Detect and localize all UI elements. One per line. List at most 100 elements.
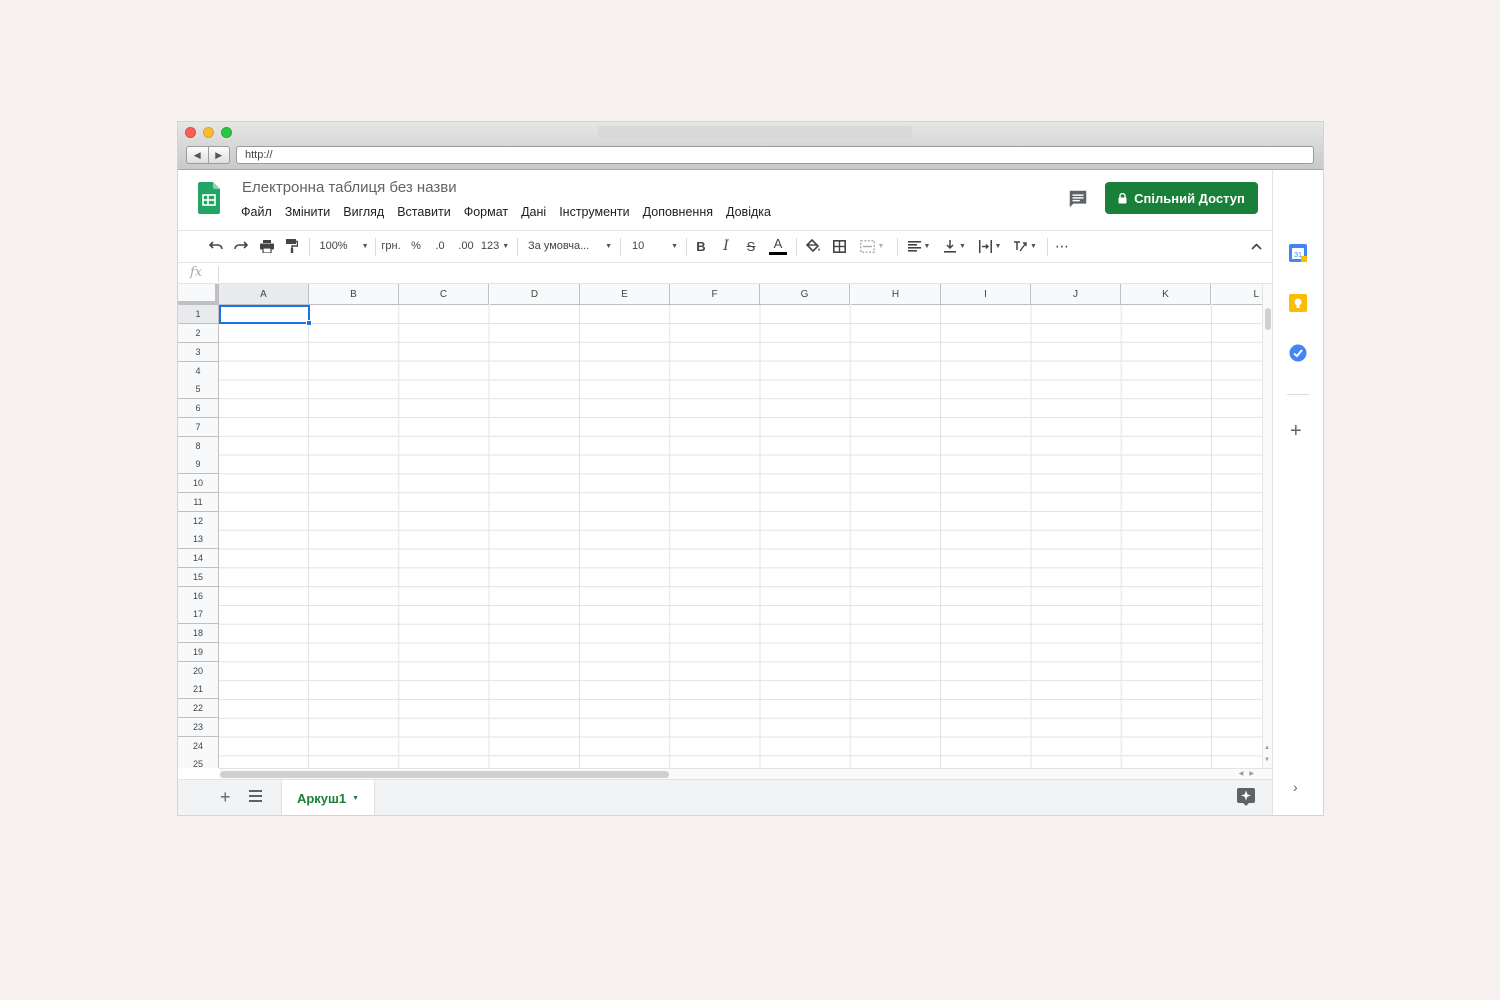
show-side-panel-button[interactable]: › [1293,779,1298,795]
row-header[interactable]: 14 [178,549,219,568]
decrease-decimal-button[interactable]: .0 [430,231,450,261]
currency-format-button[interactable]: грн. [379,231,403,261]
zoom-select[interactable]: 100% ▼ [318,231,370,261]
undo-button[interactable] [206,231,226,261]
redo-button[interactable] [231,231,251,261]
row-header[interactable]: 10 [178,474,219,493]
text-color-button[interactable]: A [767,231,789,261]
row-header[interactable]: 15 [178,568,219,587]
row-header[interactable]: 1 [178,305,219,324]
menu-help[interactable]: Довідка [726,205,771,219]
font-family-select[interactable]: За умовча... ▼ [528,231,612,261]
column-header[interactable]: D [490,284,580,305]
column-header[interactable]: L [1212,284,1262,305]
row-header[interactable]: 3 [178,343,219,362]
forward-button[interactable]: ▶ [207,147,230,163]
horizontal-align-button[interactable]: ▼ [904,231,934,261]
add-sheet-button[interactable]: + [220,787,231,808]
bold-button[interactable]: B [692,231,710,261]
text-wrapping-button[interactable]: ▼ [975,231,1005,261]
row-header[interactable]: 24 [178,737,219,756]
row-header[interactable]: 17 [178,605,219,624]
tasks-icon[interactable] [1289,344,1307,362]
row-header[interactable]: 2 [178,324,219,343]
vertical-scrollbar[interactable] [1262,284,1272,768]
italic-button[interactable]: I [717,231,735,261]
chevron-down-icon[interactable]: ▼ [352,795,359,802]
menu-format[interactable]: Формат [464,205,508,219]
font-size-select[interactable]: 10 ▼ [632,231,678,261]
all-sheets-icon[interactable] [249,790,262,802]
paint-format-button[interactable] [282,231,302,261]
keep-icon[interactable] [1289,294,1307,312]
sheets-logo-icon[interactable] [198,182,220,214]
borders-button[interactable] [829,231,849,261]
row-header[interactable]: 7 [178,418,219,437]
column-header[interactable]: E [580,284,670,305]
select-all-corner[interactable] [178,284,219,305]
comments-icon[interactable] [1067,188,1089,210]
menu-data[interactable]: Дані [521,205,546,219]
row-header[interactable]: 25 [178,755,219,768]
column-header[interactable]: A [219,284,309,305]
menu-tools[interactable]: Інструменти [559,205,629,219]
vertical-align-button[interactable]: ▼ [940,231,970,261]
fill-handle[interactable] [306,320,312,326]
collapse-menus-button[interactable] [1246,231,1266,261]
print-button[interactable] [257,231,277,261]
row-header[interactable]: 11 [178,493,219,512]
column-header[interactable]: J [1031,284,1121,305]
strikethrough-button[interactable]: S [742,231,760,261]
menu-view[interactable]: Вигляд [343,205,384,219]
row-header[interactable]: 18 [178,624,219,643]
calendar-icon[interactable]: 31 [1289,244,1307,262]
get-addons-button[interactable]: + [1290,420,1302,443]
row-header[interactable]: 9 [178,455,219,474]
percent-format-button[interactable]: % [408,231,424,261]
row-header[interactable]: 5 [178,380,219,399]
menu-insert[interactable]: Вставити [397,205,450,219]
column-header[interactable]: K [1121,284,1211,305]
menu-addons[interactable]: Доповнення [643,205,713,219]
document-title[interactable]: Електронна таблиця без назви [242,179,457,196]
zoom-window-button[interactable] [221,127,232,138]
merge-cells-button[interactable]: ▼ [855,231,889,261]
row-header[interactable]: 13 [178,530,219,549]
column-header[interactable]: F [670,284,760,305]
fill-color-button[interactable] [803,231,823,261]
row-header[interactable]: 8 [178,437,219,456]
horizontal-scroll-arrows[interactable]: ◀▶ [1239,769,1260,779]
increase-decimal-button[interactable]: .00 [454,231,478,261]
row-header[interactable]: 12 [178,512,219,531]
close-window-button[interactable] [185,127,196,138]
row-header[interactable]: 16 [178,587,219,606]
vertical-scroll-thumb[interactable] [1265,308,1271,330]
sheet-tab-active[interactable]: Аркуш1 ▼ [282,780,374,815]
row-header[interactable]: 21 [178,680,219,699]
column-header[interactable]: I [941,284,1031,305]
row-header[interactable]: 4 [178,362,219,381]
row-header[interactable]: 22 [178,699,219,718]
more-tools-button[interactable]: ⋯ [1052,231,1072,261]
text-rotation-button[interactable]: ▼ [1010,231,1040,261]
minimize-window-button[interactable] [203,127,214,138]
row-header[interactable]: 6 [178,399,219,418]
column-header[interactable]: C [399,284,489,305]
menu-edit[interactable]: Змінити [285,205,331,219]
vertical-scroll-arrows[interactable]: ▲ ▼ [1262,742,1272,766]
row-header[interactable]: 20 [178,662,219,681]
url-bar[interactable]: http:// [236,146,1314,164]
row-header[interactable]: 23 [178,718,219,737]
explore-icon[interactable] [1237,788,1255,806]
column-header[interactable]: G [760,284,850,305]
column-header[interactable]: H [851,284,941,305]
horizontal-scroll-thumb[interactable] [220,771,669,778]
share-button[interactable]: Спільний Доступ [1105,182,1258,214]
horizontal-scrollbar[interactable]: ◀▶ [219,768,1272,779]
more-formats-button[interactable]: 123 ▼ [480,231,510,261]
selected-cell[interactable] [219,305,310,324]
menu-file[interactable]: Файл [241,205,272,219]
back-button[interactable]: ◀ [187,147,208,163]
column-header[interactable]: B [309,284,399,305]
row-header[interactable]: 19 [178,643,219,662]
